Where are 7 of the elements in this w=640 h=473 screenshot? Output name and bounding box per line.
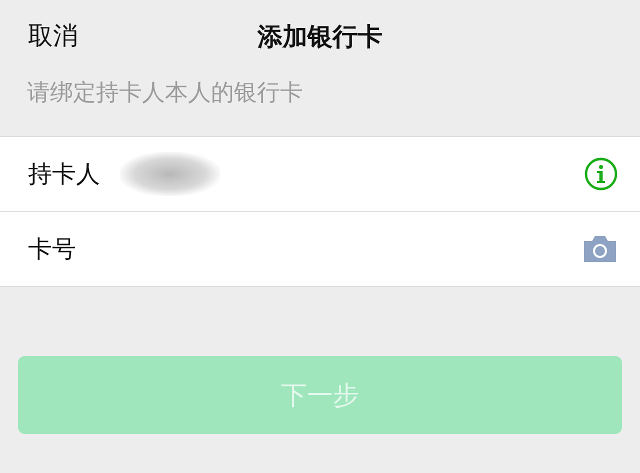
field-label: 持卡人: [28, 159, 101, 190]
cancel-link[interactable]: 取消: [28, 19, 78, 52]
camera-icon[interactable]: [582, 235, 618, 263]
hint-text: 请绑定持卡人本人的银行卡: [26, 79, 304, 108]
page-title: 添加银行卡: [258, 20, 382, 52]
field-label: 卡号: [28, 234, 77, 265]
info-icon[interactable]: [584, 157, 618, 191]
